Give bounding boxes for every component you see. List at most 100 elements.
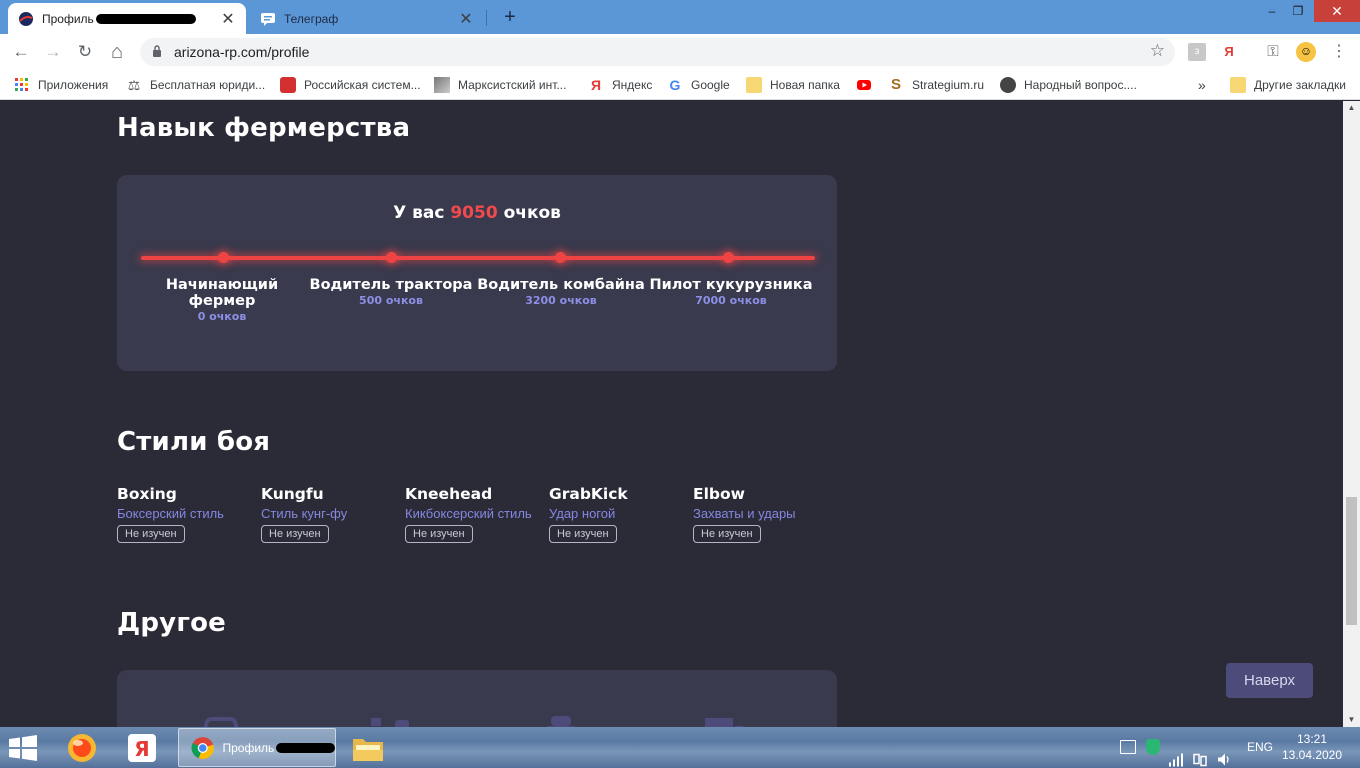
yandex-extension-icon[interactable]: Я <box>1220 43 1238 61</box>
address-bar[interactable]: arizona-rp.com/profile ☆ <box>140 38 1175 66</box>
chrome-icon <box>191 736 214 759</box>
input-language-indicator[interactable]: ENG <box>1247 740 1273 768</box>
taskbar-active-window[interactable]: Профиль <box>178 728 336 767</box>
bookmark-label: Яндекс <box>612 78 653 92</box>
reload-button[interactable]: ↻ <box>72 39 98 65</box>
signal-bars-icon[interactable] <box>1168 739 1184 768</box>
strategium-icon: S <box>890 76 901 93</box>
tab-close-icon[interactable]: ✕ <box>220 9 236 29</box>
bookmark-label: Strategium.ru <box>912 78 985 92</box>
bookmarks-bar: Приложения ⚖ Бесплатная юриди... Российс… <box>0 70 1360 100</box>
bookmark-new-folder[interactable]: Новая папка <box>746 76 840 94</box>
progress-track <box>141 256 815 260</box>
bookmark-apps[interactable]: Приложения <box>14 76 108 94</box>
red-shield-icon <box>280 77 296 93</box>
fight-style-description: Кикбоксерский стиль <box>405 506 532 521</box>
progress-dot <box>723 252 734 263</box>
back-button[interactable]: ← <box>8 39 34 65</box>
apps-grid-icon <box>15 78 28 91</box>
scroll-up-arrow-icon[interactable]: ▲ <box>1343 101 1360 115</box>
yandex-browser-icon: Я <box>128 734 156 762</box>
points-prefix: У вас <box>393 203 445 223</box>
fight-style-name: Kneehead <box>405 485 493 503</box>
bookmark-marxist[interactable]: Марксистский инт... <box>434 76 566 94</box>
taskbar-pinned-app[interactable] <box>344 730 392 766</box>
google-icon: G <box>669 77 681 93</box>
minimize-button[interactable]: – <box>1258 0 1286 22</box>
home-button[interactable]: ⌂ <box>104 39 130 65</box>
telegraph-favicon-icon <box>261 12 275 26</box>
network-icon[interactable] <box>1192 739 1208 768</box>
rank-item: Водитель трактора 500 очков <box>306 277 476 307</box>
rank-title: Начинающий фермер <box>165 277 279 309</box>
rank-points: 7000 очков <box>695 294 767 307</box>
bookmark-youtube[interactable] <box>856 76 872 94</box>
bookmark-star-icon[interactable]: ☆ <box>1150 41 1165 61</box>
fight-style-item: Elbow Захваты и удары Не изучен <box>693 485 837 543</box>
tab-profile[interactable]: Профиль ✕ <box>8 3 246 34</box>
fight-style-description: Боксерский стиль <box>117 506 224 521</box>
browser-toolbar: ← → ↻ ⌂ arizona-rp.com/profile ☆ з Я ⚿ ☺… <box>0 34 1360 70</box>
page-scrollbar[interactable]: ▲ ▼ <box>1343 101 1360 727</box>
rank-item: Пилот кукурузника 7000 очков <box>646 277 816 307</box>
tab-close-icon[interactable]: ✕ <box>458 9 474 29</box>
fight-style-item: Kungfu Стиль кунг-фу Не изучен <box>261 485 405 543</box>
security-shield-icon[interactable] <box>1146 739 1160 755</box>
clock-date: 13.04.2020 <box>1281 748 1343 762</box>
sun-app-icon <box>68 734 96 762</box>
farming-heading: Навык фермерства <box>117 113 411 143</box>
bookmark-other[interactable]: Другие закладки <box>1230 76 1346 94</box>
bookmarks-overflow-button[interactable]: » <box>1198 76 1206 94</box>
points-suffix: очков <box>503 203 561 223</box>
system-clock[interactable]: 13:21 13.04.2020 <box>1280 731 1344 763</box>
extension-gray-icon[interactable]: з <box>1188 43 1206 61</box>
points-value: 9050 <box>450 203 498 223</box>
status-badge: Не изучен <box>261 525 329 543</box>
bookmark-label: Приложения <box>38 78 109 92</box>
page-content: Навык фермерства У вас 9050 очков Начина… <box>0 101 1343 727</box>
bookmark-strategium[interactable]: S Strategium.ru <box>888 76 984 94</box>
forward-button[interactable]: → <box>40 39 66 65</box>
fight-style-description: Стиль кунг-фу <box>261 506 348 521</box>
combine-icon <box>546 716 576 727</box>
bookmark-label: Марксистский инт... <box>458 78 567 92</box>
bookmark-people-question[interactable]: Народный вопрос.... <box>1000 76 1137 94</box>
speaker-icon[interactable] <box>1216 739 1232 768</box>
profile-avatar-icon[interactable]: ☺ <box>1296 42 1316 62</box>
menu-kebab-icon[interactable]: ⋮ <box>1330 43 1348 61</box>
redaction-mark <box>276 742 335 753</box>
truck-icon <box>705 718 744 727</box>
taskbar-pinned-app[interactable]: Я <box>118 730 166 766</box>
fight-style-name: Kungfu <box>261 485 324 503</box>
redaction-mark <box>95 14 196 25</box>
window-close-button[interactable]: ✕ <box>1314 0 1360 22</box>
progress-dot <box>218 252 229 263</box>
scrollbar-thumb[interactable] <box>1346 497 1357 625</box>
points-summary: У вас 9050 очков <box>117 203 837 223</box>
windows-start-icon[interactable] <box>8 735 38 761</box>
bookmark-label: Российская систем... <box>304 78 421 92</box>
rank-points: 0 очков <box>197 310 247 323</box>
tab-telegraph[interactable]: Телеграф ✕ <box>250 3 484 34</box>
bookmark-legal[interactable]: ⚖ Бесплатная юриди... <box>126 76 265 94</box>
youtube-icon <box>857 80 871 90</box>
rank-item: Начинающий фермер 0 очков <box>137 277 307 323</box>
scroll-down-arrow-icon[interactable]: ▼ <box>1343 713 1360 727</box>
tab-title: Профиль <box>42 12 220 26</box>
new-tab-button[interactable]: + <box>498 6 522 30</box>
yandex-icon: Я <box>590 77 602 93</box>
globe-icon <box>1000 77 1016 93</box>
lock-icon <box>153 45 161 57</box>
keyboard-tray-icon[interactable] <box>1120 740 1136 754</box>
status-badge: Не изучен <box>117 525 185 543</box>
bookmark-yandex[interactable]: Я Яндекс <box>588 76 652 94</box>
taskbar-pinned-app[interactable] <box>58 730 106 766</box>
scroll-to-top-button[interactable]: Наверх <box>1226 663 1313 698</box>
maximize-button[interactable]: ❐ <box>1284 0 1312 22</box>
fight-style-name: Elbow <box>693 485 745 503</box>
progress-dot <box>386 252 397 263</box>
fight-style-description: Удар ногой <box>549 506 616 521</box>
key-icon[interactable]: ⚿ <box>1264 43 1282 61</box>
bookmark-google[interactable]: G Google <box>667 76 730 94</box>
bookmark-russian-system[interactable]: Российская систем... <box>280 76 421 94</box>
